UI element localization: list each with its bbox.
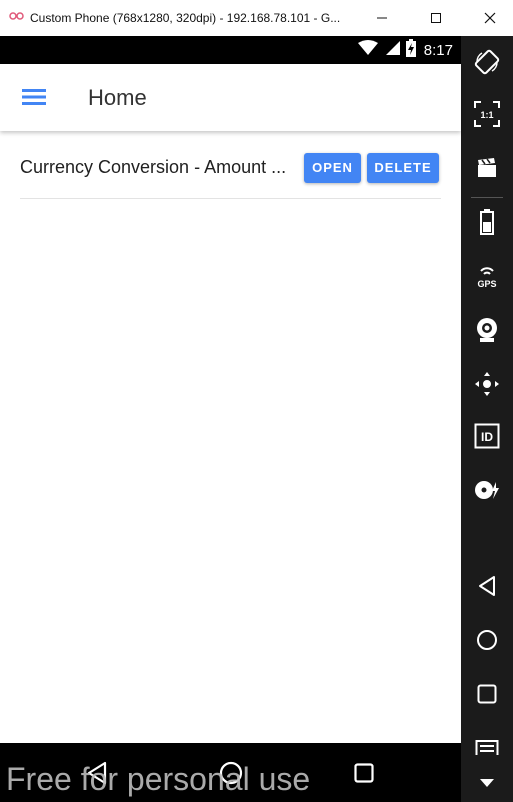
pixel-perfect-icon[interactable]: 1:1 xyxy=(461,94,513,134)
signal-icon xyxy=(384,40,400,61)
menu-icon[interactable] xyxy=(461,734,513,756)
pixel-perfect-label: 1:1 xyxy=(480,110,493,120)
overview-icon[interactable] xyxy=(461,674,513,714)
page-title: Home xyxy=(88,85,147,110)
battery-icon[interactable] xyxy=(461,202,513,242)
hamburger-menu-icon[interactable] xyxy=(14,82,54,112)
id-label: ID xyxy=(481,430,493,444)
screencast-icon[interactable] xyxy=(461,148,513,188)
watermark: Free for personal use xyxy=(6,761,311,797)
toolbar-divider xyxy=(471,197,503,198)
recent-apps-icon[interactable] xyxy=(354,763,374,788)
genymotion-logo-icon xyxy=(9,9,25,27)
item-label: Currency Conversion - Amount ... xyxy=(20,157,287,177)
open-button[interactable]: OPEN xyxy=(304,153,361,183)
close-button[interactable] xyxy=(467,0,513,36)
app-bar: Home xyxy=(0,64,461,131)
main-content: Currency Conversion - Amount ... OPEN DE… xyxy=(0,131,461,743)
wifi-icon xyxy=(357,39,378,61)
chevron-down-icon[interactable] xyxy=(461,768,513,798)
minimize-button[interactable] xyxy=(359,0,405,36)
emulator-toolbar: 1:1 GPS ID xyxy=(461,36,513,802)
identifier-icon[interactable]: ID xyxy=(461,416,513,456)
battery-charging-icon xyxy=(405,38,416,62)
android-status-bar: 8:17 xyxy=(0,36,461,64)
status-time: 8:17 xyxy=(423,41,453,59)
gps-icon[interactable]: GPS xyxy=(461,256,513,296)
maximize-button[interactable] xyxy=(413,0,459,36)
list-item: Currency Conversion - Amount ... OPEN DE… xyxy=(20,149,441,199)
delete-button[interactable]: DELETE xyxy=(367,153,439,183)
gps-label: GPS xyxy=(477,279,496,289)
move-icon[interactable] xyxy=(461,364,513,404)
window-title: Custom Phone (768x1280, 320dpi) - 192.16… xyxy=(30,11,341,25)
window-titlebar: Custom Phone (768x1280, 320dpi) - 192.16… xyxy=(0,0,513,36)
toolbar-home-icon[interactable] xyxy=(461,620,513,660)
disk-icon[interactable] xyxy=(461,470,513,510)
toolbar-back-icon[interactable] xyxy=(461,566,513,606)
camera-icon[interactable] xyxy=(461,310,513,350)
rotate-icon[interactable] xyxy=(461,42,513,82)
